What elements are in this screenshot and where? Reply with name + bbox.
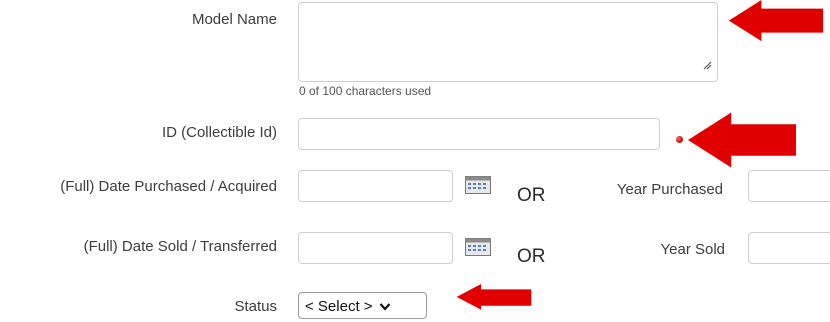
required-indicator-dot — [676, 136, 683, 143]
model-name-input[interactable] — [298, 2, 718, 82]
year-sold-input[interactable] — [748, 232, 830, 264]
red-arrow-model-name — [728, 0, 824, 42]
date-purchased-label: (Full) Date Purchased / Acquired — [60, 178, 277, 195]
calendar-icon[interactable] — [465, 176, 491, 194]
or-text-sold: OR — [517, 246, 546, 267]
character-counter: 0 of 100 characters used — [299, 84, 432, 98]
or-text-purchased: OR — [517, 185, 546, 206]
chevron-down-icon — [379, 303, 390, 311]
date-sold-input[interactable] — [298, 232, 453, 264]
collectible-id-label: ID (Collectible Id) — [161, 124, 277, 141]
status-selected-value: < Select > — [305, 298, 373, 315]
status-label: Status — [234, 298, 277, 315]
year-sold-label: Year Sold — [660, 241, 726, 258]
calendar-icon[interactable] — [465, 238, 491, 256]
year-purchased-label: Year Purchased — [616, 181, 723, 198]
status-select[interactable]: < Select > — [298, 292, 427, 319]
model-name-label: Model Name — [191, 11, 277, 28]
date-sold-label: (Full) Date Sold / Transferred — [83, 238, 277, 255]
date-purchased-input[interactable] — [298, 170, 453, 202]
red-arrow-collectible-id — [688, 112, 796, 168]
collectible-id-input[interactable] — [298, 118, 660, 150]
resize-grip-icon[interactable] — [702, 60, 712, 70]
year-purchased-input[interactable] — [748, 170, 830, 202]
red-arrow-status — [456, 284, 532, 310]
